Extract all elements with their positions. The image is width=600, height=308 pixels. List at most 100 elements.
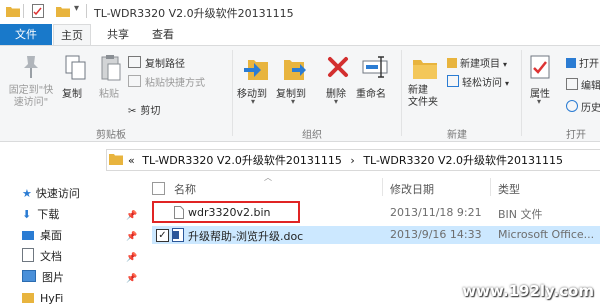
new-folder-button[interactable]: 新建 文件夹 [404, 52, 446, 112]
tab-home[interactable]: 主页 [53, 24, 91, 46]
pin-quick-access-button[interactable]: 固定到"快 速访问" [4, 52, 58, 114]
delete-dropdown-icon: ▾ [334, 97, 339, 106]
paste-shortcut-button[interactable]: 粘贴快捷方式 [128, 74, 205, 89]
nav-item-downloads[interactable]: ⬇ 下载 [22, 206, 59, 224]
select-all-checkbox[interactable] [152, 182, 165, 195]
customize-quick-access-icon[interactable]: ▾ [74, 3, 79, 14]
nav-item-pictures[interactable]: 图片 [22, 269, 64, 287]
group-clipboard-label: 剪贴板 [96, 130, 126, 141]
ribbon-separator [401, 50, 402, 136]
tab-file[interactable]: 文件 [0, 24, 52, 46]
pin-icon [24, 56, 38, 78]
edit-button[interactable]: 编辑 [566, 77, 600, 92]
copy-path-button[interactable]: 复制路径 [128, 55, 185, 70]
star-icon: ★ [22, 187, 32, 200]
copy-path-label: 复制路径 [145, 59, 185, 70]
nav-item-label: 桌面 [40, 229, 62, 242]
nav-item-desktop[interactable]: 桌面 [22, 227, 62, 245]
folder-icon [22, 293, 34, 303]
group-new-label: 新建 [447, 130, 467, 141]
properties-icon [530, 55, 550, 79]
row-checkbox-checked[interactable]: ✓ [156, 229, 169, 242]
file-date: 2013/11/18 9:21 [390, 206, 482, 219]
document-icon [22, 248, 34, 262]
open-button[interactable]: 打开 [566, 55, 599, 70]
new-item-label: 新建项目 [460, 59, 500, 70]
open-icon [566, 58, 576, 68]
copy-to-icon [284, 60, 306, 80]
file-type: Microsoft Office... [498, 228, 595, 241]
copy-to-dropdown-icon: ▾ [291, 97, 296, 106]
history-button[interactable]: 历史 [566, 99, 600, 114]
address-overflow-icon[interactable]: « [128, 154, 135, 167]
breadcrumb-segment[interactable]: TL-WDR3320 V2.0升级软件20131115 [142, 154, 342, 167]
file-name: wdr3320v2.bin [188, 206, 271, 219]
copy-label: 复制 [62, 89, 82, 100]
column-header-name[interactable]: 名称 [174, 181, 196, 197]
watermark: www.192ly.com [462, 282, 594, 300]
ribbon-separator [521, 50, 522, 136]
new-folder-label: 新建 文件夹 [408, 85, 438, 108]
tab-view[interactable]: 查看 [145, 24, 181, 45]
move-to-button[interactable]: 移动到 ▾ [236, 52, 276, 112]
new-item-button[interactable]: 新建项目 ▾ [447, 55, 507, 70]
paste-icon [101, 55, 121, 81]
new-item-icon [447, 58, 457, 68]
breadcrumb-segment[interactable]: TL-WDR3320 V2.0升级软件20131115 [363, 154, 563, 167]
cut-button[interactable]: ✂ 剪切 [128, 102, 160, 117]
table-row[interactable]: ✓ 升级帮助-浏览升级.doc 2013/9/16 14:33 Microsof… [152, 226, 600, 244]
table-row[interactable]: wdr3320v2.bin 2013/11/18 9:21 BIN 文件 [152, 201, 600, 223]
new-folder-icon [413, 60, 437, 79]
folder-icon [6, 7, 20, 17]
column-divider[interactable] [382, 178, 383, 196]
edit-label: 编辑 [581, 81, 600, 92]
delete-icon [328, 57, 348, 77]
nav-quick-access[interactable]: ★ 快速访问 [22, 185, 80, 203]
new-folder-quick-icon[interactable] [56, 5, 70, 17]
nav-quick-access-label: 快速访问 [35, 187, 80, 200]
copy-path-icon [128, 56, 141, 68]
rename-label: 重命名 [356, 89, 386, 100]
column-header-date[interactable]: 修改日期 [390, 181, 434, 197]
pin-icon[interactable]: 📌 [126, 211, 137, 221]
easy-access-dropdown-icon: ▾ [505, 79, 510, 88]
pin-icon[interactable]: 📌 [126, 253, 137, 263]
file-type: BIN 文件 [498, 208, 543, 221]
properties-button[interactable]: 属性 ▾ [524, 52, 558, 112]
rename-button[interactable]: 重命名 [356, 52, 396, 104]
file-icon [174, 206, 184, 219]
copy-button[interactable]: 复制 [58, 52, 92, 104]
easy-access-icon [447, 75, 459, 87]
easy-access-button[interactable]: 轻松访问 ▾ [447, 74, 509, 89]
breadcrumb-separator-icon[interactable]: › [350, 154, 354, 167]
paste-shortcut-label: 粘贴快捷方式 [145, 78, 205, 89]
history-label: 历史 [581, 103, 600, 114]
delete-button[interactable]: 删除 ▾ [322, 52, 354, 112]
file-name: 升级帮助-浏览升级.doc [188, 230, 304, 243]
properties-quick-icon[interactable] [32, 4, 44, 18]
folder-icon [109, 154, 123, 165]
paste-shortcut-icon [128, 75, 141, 87]
pin-icon[interactable]: 📌 [126, 274, 137, 284]
nav-item-label: 图片 [42, 271, 64, 284]
pin-icon[interactable]: 📌 [126, 232, 137, 242]
group-organize-label: 组织 [302, 130, 322, 141]
desktop-icon [22, 231, 34, 240]
edit-icon [566, 78, 578, 90]
copy-to-button[interactable]: 复制到 ▾ [276, 52, 316, 112]
sort-ascending-icon: ︿ [264, 173, 272, 182]
nav-item-documents[interactable]: 文档 [22, 248, 62, 266]
column-divider[interactable] [490, 178, 491, 196]
download-icon: ⬇ [22, 208, 32, 221]
tab-share[interactable]: 共享 [100, 24, 136, 45]
nav-item-hyfi[interactable]: HyFi [22, 290, 63, 308]
history-icon [566, 100, 578, 112]
column-header-type[interactable]: 类型 [498, 181, 520, 197]
move-to-dropdown-icon: ▾ [251, 97, 256, 106]
word-document-icon [172, 228, 184, 242]
paste-button[interactable]: 粘贴 [94, 52, 128, 104]
window-title: TL-WDR3320 V2.0升级软件20131115 [94, 7, 294, 20]
move-to-icon [244, 60, 268, 80]
nav-item-label: 下载 [37, 208, 60, 221]
group-open-label: 打开 [566, 130, 586, 141]
